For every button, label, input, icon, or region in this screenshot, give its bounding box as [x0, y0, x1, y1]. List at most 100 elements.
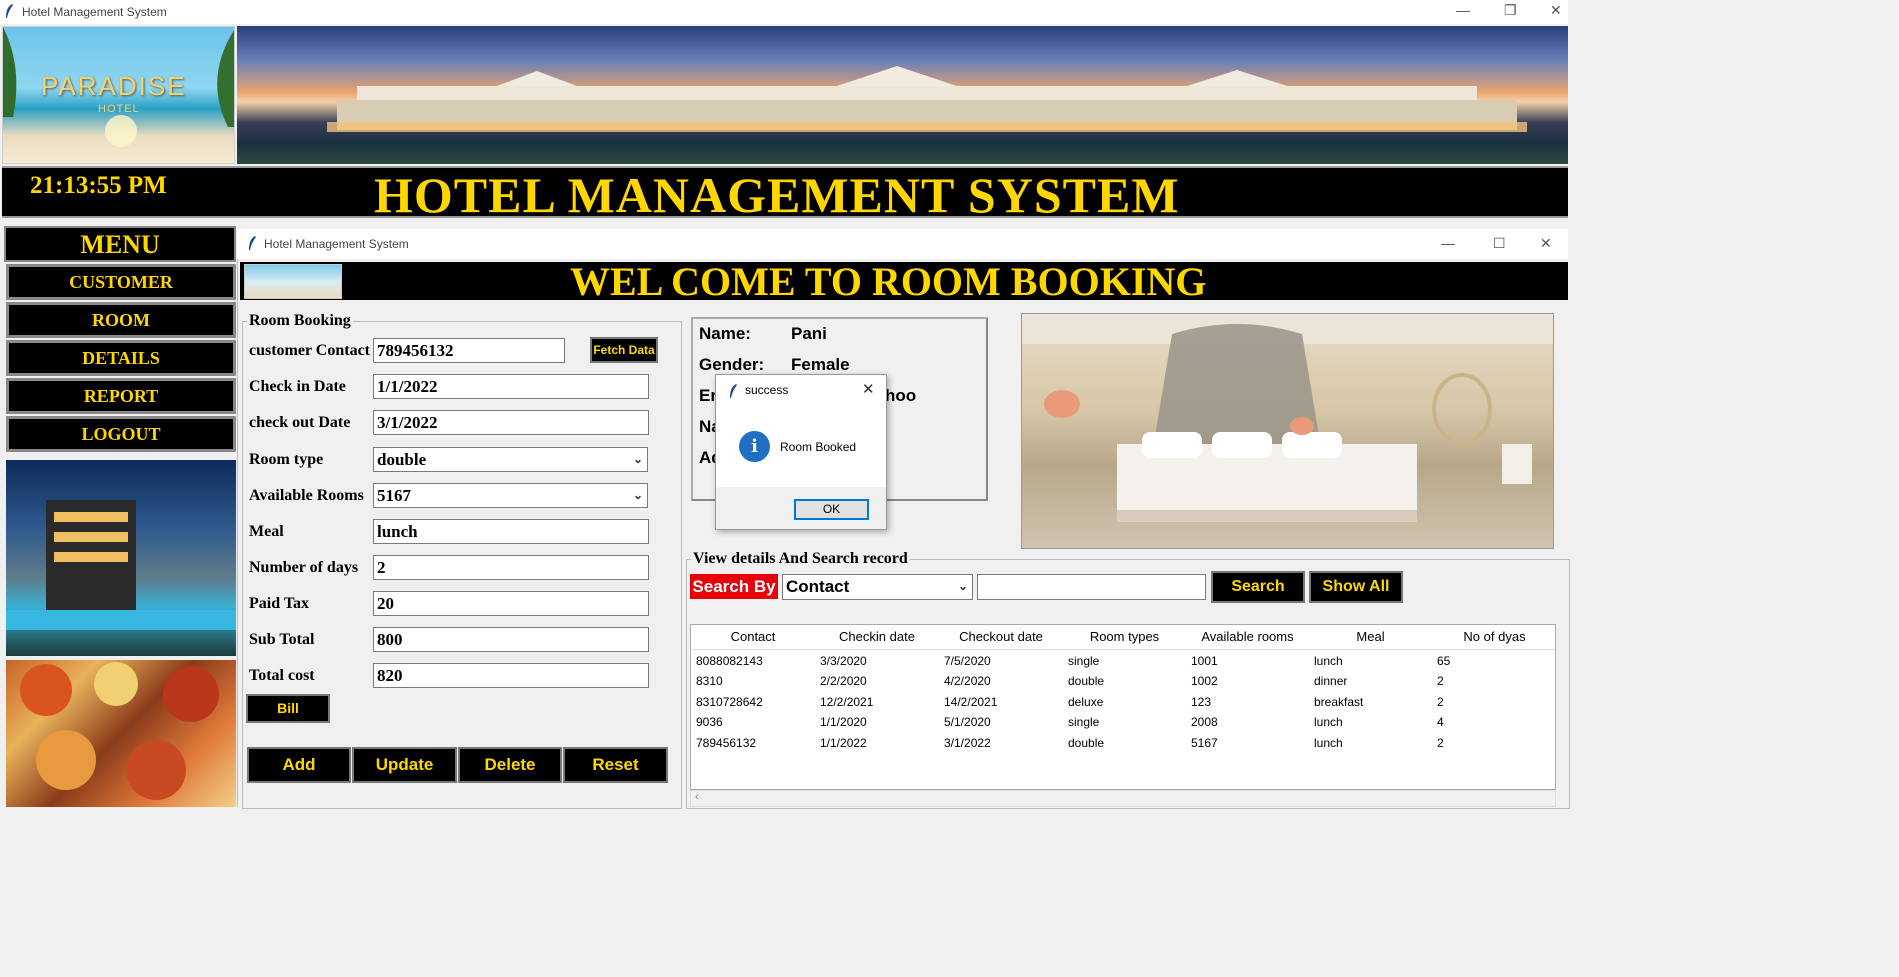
gender-value: Female: [791, 355, 850, 374]
booking-maximize-button[interactable]: ☐: [1493, 235, 1506, 252]
dialog-message: Room Booked: [780, 440, 857, 454]
booking-window-title-bar: Hotel Management System — ☐ ✕: [237, 229, 1568, 259]
table-cell: 9036: [696, 715, 723, 729]
subtotal-input[interactable]: 800: [373, 627, 649, 652]
column-header[interactable]: Meal: [1309, 625, 1433, 650]
table-row[interactable]: 9036 1/1/2020 5/1/2020 single 2008 lunch…: [691, 712, 1555, 732]
table-cell: 8310728642: [696, 695, 763, 709]
table-row[interactable]: 789456132 1/1/2022 3/1/2022 double 5167 …: [691, 733, 1555, 753]
menu-logout-button[interactable]: LOGOUT: [6, 416, 236, 452]
table-row[interactable]: 8310 2/2/2020 4/2/2020 double 1002 dinne…: [691, 671, 1555, 691]
checkin-input[interactable]: 1/1/2022: [373, 374, 649, 399]
bedroom-image: [1021, 313, 1554, 549]
booking-minimize-button[interactable]: —: [1441, 235, 1455, 251]
search-by-label: Search By: [690, 574, 778, 599]
meal-input[interactable]: lunch: [373, 519, 649, 544]
table-cell: 3/1/2022: [944, 736, 991, 750]
close-button[interactable]: ✕: [1550, 2, 1562, 19]
table-cell: single: [1068, 715, 1100, 729]
column-header[interactable]: Checkout date: [939, 625, 1064, 650]
scroll-left-icon[interactable]: ‹: [695, 791, 699, 803]
column-header[interactable]: Contact: [691, 625, 816, 650]
table-cell: 789456132: [696, 736, 757, 750]
food-image: [6, 660, 236, 807]
booking-window-title: Hotel Management System: [264, 237, 409, 251]
search-by-select[interactable]: Contact ⌄: [782, 574, 973, 600]
reset-button[interactable]: Reset: [563, 747, 668, 783]
main-title-bar: Hotel Management System — ❐ ✕: [0, 0, 1568, 24]
table-cell: 4: [1437, 715, 1444, 729]
info-icon: i: [739, 431, 770, 462]
table-cell: breakfast: [1314, 695, 1364, 709]
dialog-close-button[interactable]: ✕: [862, 380, 875, 398]
room-booking-legend: Room Booking: [249, 312, 351, 329]
search-button[interactable]: Search: [1211, 571, 1305, 603]
dialog-ok-button[interactable]: OK: [794, 499, 869, 520]
tax-label: Paid Tax: [249, 595, 310, 612]
column-header[interactable]: Checkin date: [815, 625, 940, 650]
room-type-value: double: [377, 450, 427, 469]
checkout-input[interactable]: 3/1/2022: [373, 410, 649, 435]
fetch-data-button[interactable]: Fetch Data: [590, 337, 658, 363]
table-cell: 2008: [1191, 715, 1218, 729]
table-cell: 1002: [1191, 674, 1218, 688]
table-row[interactable]: 8310728642 12/2/2021 14/2/2021 deluxe 12…: [691, 692, 1555, 712]
records-table: Contact Checkin date Checkout date Room …: [690, 624, 1556, 790]
add-button[interactable]: Add: [247, 747, 351, 783]
total-input[interactable]: 820: [373, 663, 649, 688]
menu-details-button[interactable]: DETAILS: [6, 340, 236, 376]
bill-button[interactable]: Bill: [246, 694, 330, 723]
dialog-title-bar: success ✕: [716, 375, 886, 405]
column-header[interactable]: Available rooms: [1186, 625, 1310, 650]
name-value: Pani: [791, 324, 827, 343]
table-cell: 8310: [696, 674, 723, 688]
minimize-button[interactable]: —: [1456, 2, 1470, 18]
menu-report-button[interactable]: REPORT: [6, 378, 236, 414]
hotel-banner-image: [237, 26, 1568, 164]
column-header[interactable]: Room types: [1063, 625, 1187, 650]
table-cell: 65: [1437, 654, 1451, 668]
table-cell: 2/2/2020: [820, 674, 867, 688]
available-rooms-select[interactable]: 5167 ⌄: [373, 483, 648, 508]
table-cell: lunch: [1314, 654, 1343, 668]
table-cell: lunch: [1314, 715, 1343, 729]
table-cell: 2: [1437, 674, 1444, 688]
table-cell: 1/1/2022: [820, 736, 867, 750]
contact-label: customer Contact: [249, 342, 371, 359]
main-window-title: Hotel Management System: [22, 5, 167, 19]
search-input[interactable]: [977, 574, 1206, 600]
table-cell: 4/2/2020: [944, 674, 991, 688]
small-logo-image: [244, 264, 342, 299]
logo-sub-text: HOTEL: [98, 103, 140, 115]
tax-input[interactable]: 20: [373, 591, 649, 616]
horizontal-scrollbar[interactable]: ‹: [690, 790, 1556, 807]
delete-button[interactable]: Delete: [458, 747, 562, 783]
feather-icon: [249, 236, 256, 250]
room-type-select[interactable]: double ⌄: [373, 447, 648, 472]
subtotal-label: Sub Total: [249, 631, 315, 648]
chevron-down-icon[interactable]: ⌄: [958, 575, 968, 598]
available-rooms-value: 5167: [377, 486, 411, 505]
show-all-button[interactable]: Show All: [1309, 571, 1403, 603]
menu-room-button[interactable]: ROOM: [6, 302, 236, 338]
gender-label: Gender:: [699, 355, 765, 374]
table-cell: 14/2/2021: [944, 695, 998, 709]
days-input[interactable]: 2: [373, 555, 649, 580]
table-cell: 123: [1191, 695, 1212, 709]
menu-customer-button[interactable]: CUSTOMER: [6, 264, 236, 300]
feather-icon: [730, 384, 737, 398]
booking-close-button[interactable]: ✕: [1540, 235, 1552, 252]
table-cell: 7/5/2020: [944, 654, 991, 668]
contact-input[interactable]: 789456132: [373, 338, 565, 363]
table-row[interactable]: 8088082143 3/3/2020 7/5/2020 single 1001…: [691, 651, 1555, 671]
chevron-down-icon[interactable]: ⌄: [633, 448, 643, 471]
table-cell: 2: [1437, 695, 1444, 709]
update-button[interactable]: Update: [352, 747, 457, 783]
table-cell: lunch: [1314, 736, 1343, 750]
restore-button[interactable]: ❐: [1504, 2, 1517, 19]
chevron-down-icon[interactable]: ⌄: [633, 484, 643, 507]
column-header[interactable]: No of dyas: [1432, 625, 1555, 650]
table-cell: dinner: [1314, 674, 1348, 688]
clock: 21:13:55 PM: [30, 172, 167, 199]
meal-label: Meal: [249, 523, 284, 540]
